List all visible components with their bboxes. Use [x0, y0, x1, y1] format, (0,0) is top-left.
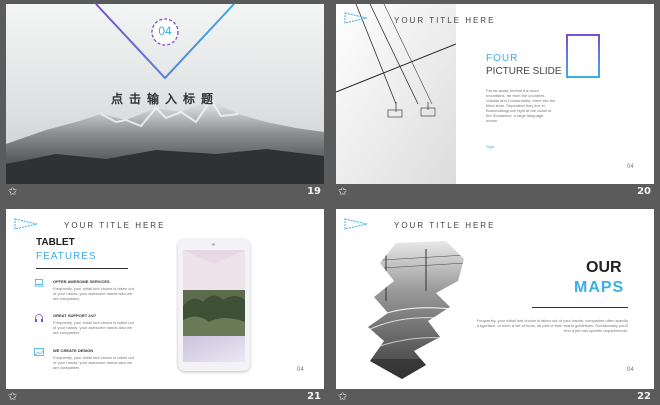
- slide-badge: 04: [158, 24, 172, 38]
- feature-title: WE CREATE DESIGN: [53, 348, 94, 353]
- star-icon: ✩: [338, 391, 348, 403]
- feature-text: Frequently, your initial font choice is …: [53, 286, 134, 301]
- slide-number: 20: [637, 186, 651, 197]
- feature-text: Frequently, your initial font choice is …: [53, 320, 134, 335]
- heading-divider: [532, 307, 628, 308]
- feature-title: GREAT SUPPORT 24/7: [53, 313, 97, 318]
- heading-line-1: OUR: [586, 259, 622, 276]
- cable-car-photo: [336, 4, 456, 184]
- feature-text: Frequently, your initial font choice is …: [53, 355, 134, 370]
- heading-line-2: FEATURES: [36, 251, 97, 262]
- slide-header: YOUR TITLE HERE: [64, 221, 166, 230]
- tablet-device: [178, 239, 250, 371]
- image-icon: [34, 348, 44, 356]
- page-number: 04: [627, 367, 634, 373]
- slide-header: YOUR TITLE HERE: [394, 221, 496, 230]
- slide-canvas: YOUR TITLE HERE TABLET FEATURES OFFER AW…: [6, 209, 324, 389]
- slide-canvas: 04 点击输入标题: [6, 4, 324, 184]
- body-text: Far far away, behind the word mountains,…: [486, 88, 556, 123]
- tablet-camera: [212, 243, 215, 246]
- heading-line-1: TABLET: [36, 237, 75, 248]
- body-text: Frequently, your initial font choice is …: [476, 318, 628, 333]
- heading-line-2: PICTURE SLIDE: [486, 66, 562, 77]
- tablet-screen-photo: [183, 250, 245, 362]
- flag-icon: [14, 218, 38, 230]
- flag-icon: [344, 12, 368, 24]
- star-icon: ✩: [8, 186, 18, 198]
- slide-header: YOUR TITLE HERE: [394, 16, 496, 25]
- headphones-icon: [35, 314, 43, 322]
- page-number: 04: [627, 164, 634, 170]
- star-icon: ✩: [8, 391, 18, 403]
- page-number: 04: [297, 367, 304, 373]
- star-icon: ✩: [338, 186, 348, 198]
- heading-line-1: FOUR: [486, 53, 519, 64]
- slide-title: 点击输入标题: [110, 92, 219, 106]
- slide-number: 22: [637, 391, 651, 402]
- slide-footer: ✩ 20: [336, 186, 654, 200]
- heading-divider: [36, 268, 128, 269]
- slide-number: 19: [307, 186, 321, 197]
- slide-canvas: YOUR TITLE HERE OUR MAPS Frequently, you…: [336, 209, 654, 389]
- slide-number: 21: [307, 391, 321, 402]
- laptop-icon: [34, 279, 44, 287]
- heading-line-2: MAPS: [574, 279, 625, 296]
- gradient-frame: [566, 34, 600, 78]
- map-shape-photo: [368, 241, 464, 379]
- feature-title: OFFER AWESOME SERVICES: [53, 279, 110, 284]
- slide-canvas: YOUR TITLE HERE FOUR PICTURE SLIDE Far f…: [336, 4, 654, 184]
- link-text[interactable]: Sign: [486, 144, 494, 149]
- slide-footer: ✩ 19: [6, 186, 324, 200]
- flag-icon: [344, 218, 368, 230]
